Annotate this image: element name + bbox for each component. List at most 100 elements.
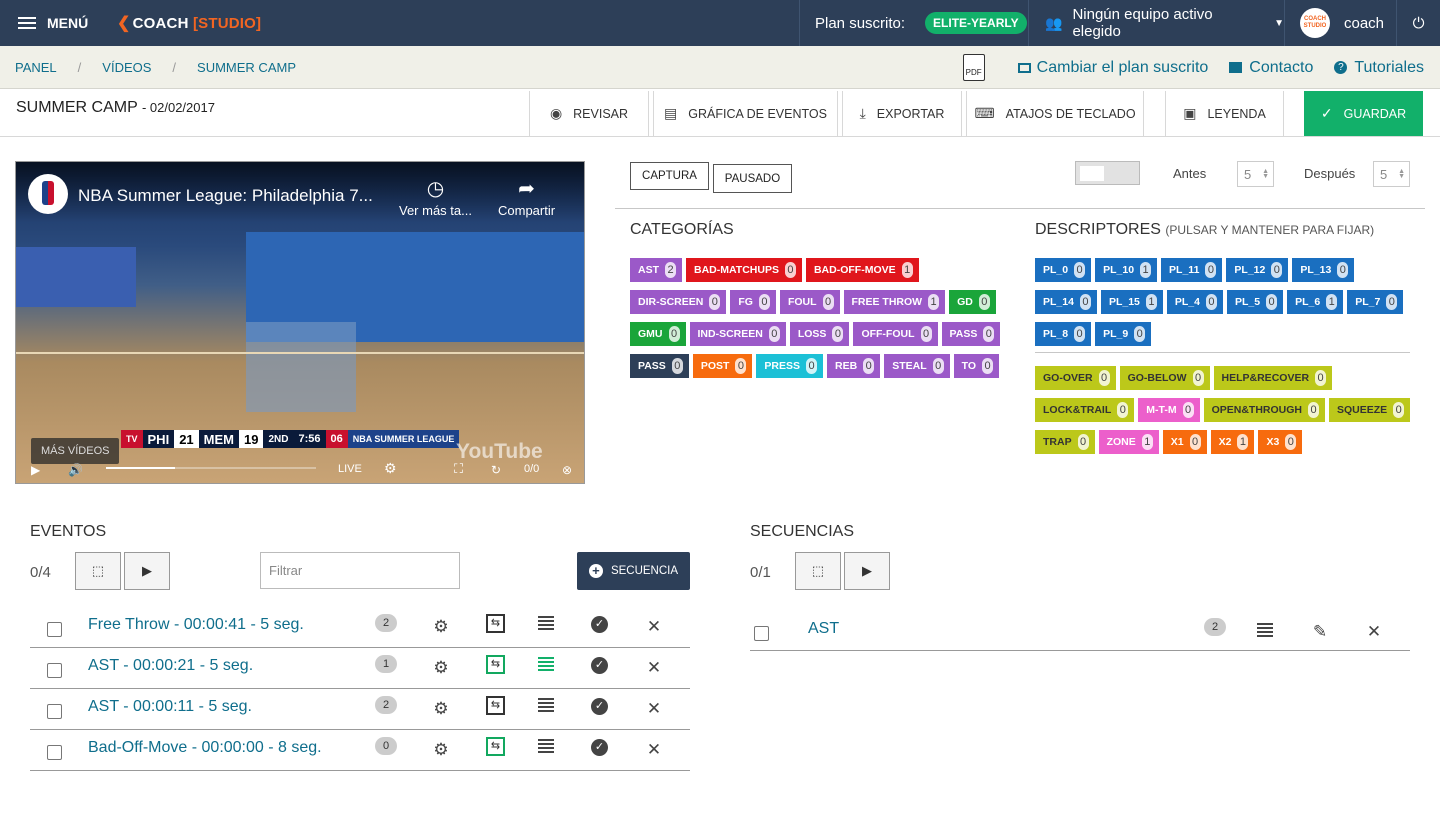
player-descriptor-tag[interactable]: PL_14 0 xyxy=(1035,290,1097,314)
category-tag[interactable]: POST 0 xyxy=(692,354,753,378)
breadcrumb-videos[interactable]: VÍDEOS xyxy=(102,60,151,75)
event-label[interactable]: Free Throw - 00:00:41 - 5 seg. xyxy=(88,616,304,634)
check-circle-icon[interactable]: ✓ xyxy=(591,739,608,756)
shortcuts-button[interactable]: ⌨ ATAJOS DE TECLADO xyxy=(966,91,1144,136)
player-descriptor-tag[interactable]: PL_7 0 xyxy=(1347,290,1404,314)
descriptor-tag[interactable]: LOCK&TRAIL 0 xyxy=(1035,398,1135,422)
delete-icon[interactable]: ✕ xyxy=(644,658,664,678)
row-checkbox[interactable] xyxy=(754,626,769,641)
descriptor-tag[interactable]: GO-BELOW 0 xyxy=(1119,366,1210,390)
event-label[interactable]: AST - 00:00:21 - 5 seg. xyxy=(88,657,253,675)
gear-icon[interactable]: ⚙ xyxy=(431,658,451,678)
breadcrumb-summer-camp[interactable]: SUMMER CAMP xyxy=(197,60,296,75)
descriptor-tag[interactable]: X2 1 xyxy=(1210,430,1255,454)
add-sequence-button[interactable]: + SECUENCIA xyxy=(577,552,690,590)
row-checkbox[interactable] xyxy=(47,745,62,760)
player-descriptor-tag[interactable]: PL_0 0 xyxy=(1035,258,1092,282)
table-row[interactable]: AST - 00:00:11 - 5 seg. 2 ⚙ ⇆ ✓ ✕ xyxy=(30,689,690,730)
player-descriptor-tag[interactable]: PL_5 0 xyxy=(1226,290,1284,314)
watch-later-button[interactable]: ◷ Ver más ta... xyxy=(399,176,472,218)
category-tag[interactable]: GMU 0 xyxy=(630,322,686,346)
play-icon[interactable]: ▶ xyxy=(31,463,40,477)
category-tag[interactable]: FG 0 xyxy=(730,290,776,314)
category-tag[interactable]: BAD-MATCHUPS 0 xyxy=(686,258,802,282)
category-tag[interactable]: PASS 0 xyxy=(941,322,1001,346)
volume-icon[interactable]: 🔊 xyxy=(68,463,83,477)
menu-button[interactable]: MENÚ xyxy=(0,15,100,31)
change-plan-link[interactable]: Cambiar el plan suscrito xyxy=(1017,59,1208,77)
player-descriptor-tag[interactable]: PL_9 0 xyxy=(1095,322,1152,346)
category-tag[interactable]: STEAL 0 xyxy=(884,354,950,378)
close-icon[interactable]: ⊗ xyxy=(562,463,572,477)
row-checkbox[interactable] xyxy=(47,663,62,678)
table-row[interactable]: Bad-Off-Move - 00:00:00 - 8 seg. 0 ⚙ ⇆ ✓ ✕ xyxy=(30,730,690,771)
player-descriptor-tag[interactable]: PL_8 0 xyxy=(1035,322,1092,346)
check-circle-icon[interactable]: ✓ xyxy=(591,616,608,633)
category-tag[interactable]: GD 0 xyxy=(949,290,996,314)
notes-icon[interactable] xyxy=(538,698,554,712)
category-tag[interactable]: FREE THROW 1 xyxy=(843,290,946,314)
player-descriptor-tag[interactable]: PL_10 1 xyxy=(1095,258,1158,282)
descriptor-tag[interactable]: GO-OVER 0 xyxy=(1035,366,1116,390)
check-circle-icon[interactable]: ✓ xyxy=(591,657,608,674)
delete-icon[interactable]: ✕ xyxy=(644,740,664,760)
category-tag[interactable]: IND-SCREEN 0 xyxy=(689,322,786,346)
table-row[interactable]: AST - 00:00:21 - 5 seg. 1 ⚙ ⇆ ✓ ✕ xyxy=(30,648,690,689)
logout-button[interactable]: ⏻ xyxy=(1396,0,1440,46)
delete-icon[interactable]: ✕ xyxy=(644,699,664,719)
play-events-button[interactable]: ▶ xyxy=(124,552,170,590)
capture-button[interactable]: CAPTURA xyxy=(630,162,709,190)
select-all-button[interactable]: ⬚ xyxy=(75,552,121,590)
settings-icon[interactable]: ⚙ xyxy=(384,460,397,477)
after-stepper[interactable]: 5 ▲ ▼ xyxy=(1373,161,1410,187)
event-label[interactable]: AST - 00:00:11 - 5 seg. xyxy=(88,698,252,716)
notes-icon[interactable] xyxy=(538,657,554,671)
event-label[interactable]: Bad-Off-Move - 00:00:00 - 8 seg. xyxy=(88,739,322,757)
app-logo[interactable]: ❮ COACH [STUDIO] xyxy=(117,13,261,33)
descriptor-tag[interactable]: ZONE 1 xyxy=(1098,430,1159,454)
live-label[interactable]: LIVE xyxy=(338,463,362,475)
category-tag[interactable]: DIR-SCREEN 0 xyxy=(630,290,727,314)
player-descriptor-tag[interactable]: PL_4 0 xyxy=(1166,290,1223,314)
loop-icon[interactable]: ↻ xyxy=(491,463,501,477)
category-tag[interactable]: REB 0 xyxy=(827,354,881,378)
trim-icon[interactable]: ⇆ xyxy=(486,696,505,715)
user-menu[interactable]: COACH STUDIO coach xyxy=(1284,0,1396,46)
capture-toggle[interactable] xyxy=(1075,161,1140,185)
row-checkbox[interactable] xyxy=(47,704,62,719)
tutorials-link[interactable]: ? Tutoriales xyxy=(1334,59,1424,77)
gear-icon[interactable]: ⚙ xyxy=(431,617,451,637)
paused-button[interactable]: PAUSADO xyxy=(713,164,792,193)
video-title[interactable]: NBA Summer League: Philadelphia 7... xyxy=(78,186,373,206)
category-tag[interactable]: PRESS 0 xyxy=(756,354,824,378)
category-tag[interactable]: TO 0 xyxy=(953,354,1000,378)
category-tag[interactable]: LOSS 0 xyxy=(789,322,850,346)
trim-icon[interactable]: ⇆ xyxy=(486,655,505,674)
video-player[interactable]: NBA Summer League: Philadelphia 7... ◷ V… xyxy=(15,161,585,484)
edit-icon[interactable]: ✎ xyxy=(1310,622,1330,642)
save-button[interactable]: ✓ GUARDAR xyxy=(1304,91,1423,136)
category-tag[interactable]: AST 2 xyxy=(630,258,682,282)
event-chart-button[interactable]: ▤ GRÁFICA DE EVENTOS xyxy=(653,91,838,136)
player-descriptor-tag[interactable]: PL_11 0 xyxy=(1161,258,1223,282)
progress-bar[interactable] xyxy=(106,467,316,469)
category-tag[interactable]: FOUL 0 xyxy=(779,290,840,314)
sequence-label[interactable]: AST xyxy=(808,620,839,638)
category-tag[interactable]: OFF-FOUL 0 xyxy=(853,322,938,346)
before-stepper[interactable]: 5 ▲ ▼ xyxy=(1237,161,1274,187)
gear-icon[interactable]: ⚙ xyxy=(431,699,451,719)
legend-button[interactable]: ▣ LEYENDA xyxy=(1165,91,1284,136)
play-sequences-button[interactable]: ▶ xyxy=(844,552,890,590)
contact-link[interactable]: Contacto xyxy=(1229,59,1313,77)
player-descriptor-tag[interactable]: PL_6 1 xyxy=(1287,290,1344,314)
review-button[interactable]: ◉ REVISAR xyxy=(529,91,649,136)
descriptor-tag[interactable]: TRAP 0 xyxy=(1035,430,1095,454)
export-button[interactable]: ⤓ EXPORTAR xyxy=(842,91,962,136)
trim-icon[interactable]: ⇆ xyxy=(486,614,505,633)
check-circle-icon[interactable]: ✓ xyxy=(591,698,608,715)
row-checkbox[interactable] xyxy=(47,622,62,637)
player-descriptor-tag[interactable]: PL_12 0 xyxy=(1226,258,1289,282)
trim-icon[interactable]: ⇆ xyxy=(486,737,505,756)
descriptor-tag[interactable]: HELP&RECOVER 0 xyxy=(1213,366,1333,390)
delete-icon[interactable]: ✕ xyxy=(1364,622,1384,642)
